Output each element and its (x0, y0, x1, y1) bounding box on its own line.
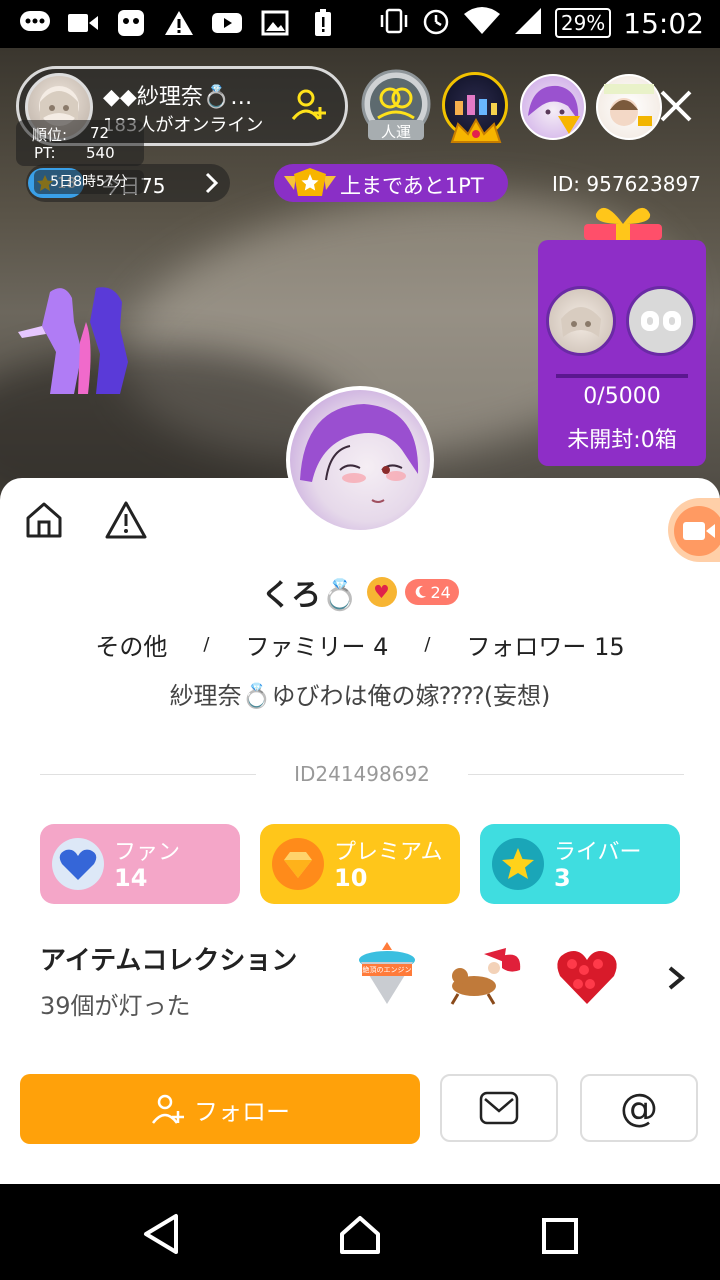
premium-label: プレミアム (334, 840, 443, 865)
ninki-label: 人運 (380, 123, 411, 141)
follow-host-button[interactable] (289, 85, 333, 129)
user-level-badge: 24 (404, 579, 459, 605)
recents-icon[interactable] (540, 1216, 580, 1256)
system-icons: 29% 15:02 (379, 6, 704, 40)
profile-bio: 紗理奈💍ゆびわは俺の嫁⁇⁇(妄想) (169, 682, 551, 710)
fan-card[interactable]: ファン 14 (40, 824, 240, 904)
signal-icon (513, 6, 543, 40)
status-bar: 29% 15:02 (0, 0, 720, 48)
item-rose-heart-icon[interactable] (552, 940, 622, 1010)
liver-value: 3 (554, 864, 571, 892)
premium-value: 10 (334, 864, 368, 892)
other-link[interactable]: その他 (95, 627, 167, 662)
video-camera-icon (674, 506, 720, 556)
at-icon: @ (620, 1086, 658, 1130)
blue-heart-icon (52, 838, 104, 890)
warning-icon (105, 501, 147, 539)
profile-stats-row: その他 / ファミリー 4 / フォロワー 15 (0, 624, 720, 664)
pt-label: PT: (34, 144, 56, 162)
navigation-bar (0, 1184, 720, 1280)
gift-slot-avatar (546, 286, 616, 356)
back-icon[interactable] (140, 1212, 184, 1256)
moon-icon (415, 585, 426, 598)
user-level-value: 24 (430, 582, 451, 602)
gift-count: 0/5000 (583, 384, 661, 409)
follow-button[interactable]: フォロー (20, 1074, 420, 1144)
fan-label: ファン (114, 840, 181, 865)
profile-avatar[interactable] (286, 386, 434, 534)
ghost-icon (114, 8, 148, 38)
family-link[interactable]: ファミリー 4 (245, 627, 388, 662)
gift-unopened: 未開封:0箱 (567, 428, 677, 453)
rank-star-icon (282, 164, 338, 202)
warning-icon (162, 8, 196, 38)
close-icon (660, 90, 692, 122)
report-button[interactable] (104, 500, 148, 544)
premium-card[interactable]: プレミアム 10 (260, 824, 460, 904)
item-caption: 絶頂のエンジン (362, 966, 412, 974)
pt-value: 540 (86, 144, 115, 162)
followers-link[interactable]: フォロワー 15 (466, 627, 624, 662)
home-button[interactable] (24, 500, 64, 544)
follow-label: フォロー (194, 1097, 290, 1126)
rank-value: 72 (90, 124, 110, 142)
add-user-icon (152, 1094, 184, 1124)
chevron-right-icon (202, 166, 222, 206)
rank-label: 順位: (32, 126, 68, 144)
home-nav-icon[interactable] (338, 1212, 382, 1256)
mention-button[interactable]: @ (580, 1074, 698, 1142)
host-name: ◆◆紗理奈💍… (103, 85, 253, 110)
item-spinning-top-icon[interactable]: 絶頂のエンジン (352, 940, 422, 1010)
battery-alert-icon (306, 8, 340, 38)
mail-icon (479, 1091, 519, 1125)
live-room-id: ID: 957623897 (552, 172, 701, 196)
item-santa-reindeer-icon[interactable] (444, 940, 524, 1010)
ninki-badge[interactable]: 人運 (356, 68, 436, 154)
video-icon (66, 8, 100, 38)
user-id-divider: ID241498692 (40, 762, 684, 788)
battery-indicator: 29% (554, 8, 612, 38)
rank-progress-text: 上まであと1PT (340, 174, 484, 198)
image-icon (258, 8, 292, 38)
message-button[interactable] (440, 1074, 558, 1142)
divider-right (468, 774, 684, 775)
crown-icon (444, 117, 508, 146)
close-button[interactable] (654, 84, 698, 128)
empty-slot-icon (626, 286, 696, 356)
separator: / (424, 633, 431, 655)
wifi-icon (463, 6, 501, 40)
chevron-right-icon[interactable] (664, 958, 688, 1006)
clock: 15:02 (623, 6, 704, 40)
rank-progress-pill[interactable]: 上まであと1PT (274, 164, 508, 202)
heart-badge-icon: ♥ (366, 577, 397, 607)
vibrate-icon (379, 7, 409, 39)
username-row: くろ💍 ♥ 24 (0, 570, 720, 614)
badge-small-icon (556, 114, 582, 136)
event-rank-box: 順位: 72 PT: 540 (16, 120, 144, 166)
gift-progress-track (556, 374, 688, 378)
separator: / (203, 633, 210, 655)
add-user-icon (291, 89, 326, 120)
collection-subtitle: 39個が灯った (40, 992, 191, 1020)
liver-card[interactable]: ライバー 3 (480, 824, 680, 904)
top-viewer-avatar-3[interactable] (596, 74, 662, 140)
diamond-icon (272, 838, 324, 890)
home-icon (26, 502, 62, 538)
notification-icons (18, 8, 340, 38)
event-time-left: 5日8時57分 (34, 170, 144, 194)
liver-label: ライバー (554, 840, 642, 865)
event-characters-image[interactable] (16, 282, 140, 398)
youtube-icon (210, 8, 244, 38)
fan-value: 14 (114, 864, 148, 892)
collection-title[interactable]: アイテムコレクション (40, 940, 297, 977)
alarm-icon (421, 6, 451, 40)
gift-box-panel[interactable]: 0/5000 未開封:0箱 (538, 240, 706, 466)
star-icon (492, 838, 544, 890)
username: くろ💍 (261, 578, 359, 613)
chat-icon (18, 8, 52, 38)
